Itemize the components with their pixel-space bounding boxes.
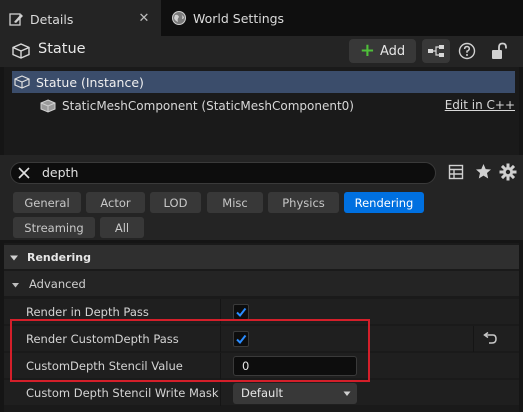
tab-details[interactable]: Details ✕ (0, 0, 161, 36)
stencil-write-mask-dropdown[interactable]: Default (233, 383, 357, 404)
checkmark-icon (236, 307, 247, 318)
chevron-down-icon (9, 252, 19, 262)
add-component-button[interactable]: + Add (349, 39, 416, 63)
chevron-down-icon (343, 391, 351, 396)
globe-icon (171, 10, 187, 26)
reset-to-default-icon[interactable] (482, 331, 498, 346)
static-mesh-icon (40, 99, 56, 113)
close-icon[interactable]: ✕ (137, 12, 151, 26)
component-static-mesh-label: StaticMeshComponent (StaticMeshComponent… (62, 99, 354, 113)
tab-bar: Details ✕ World Settings (0, 0, 523, 36)
blueprint-hierarchy-icon (428, 45, 444, 57)
search-value: depth (42, 165, 79, 180)
star-icon[interactable] (475, 163, 492, 180)
help-icon[interactable] (458, 42, 476, 60)
column-divider (220, 380, 221, 406)
property-label: Render CustomDepth Pass (26, 332, 179, 346)
edit-in-cpp-link[interactable]: Edit in C++ (445, 98, 515, 112)
category-rendering-label: Rendering (27, 250, 91, 264)
dropdown-value: Default (241, 386, 284, 400)
search-bar: depth (0, 155, 523, 190)
tab-world-settings[interactable]: World Settings (163, 0, 313, 36)
filter-general[interactable]: General (13, 192, 81, 213)
chevron-down-icon (11, 279, 20, 288)
subcategory-advanced-label: Advanced (29, 276, 86, 291)
add-button-label: Add (379, 43, 406, 59)
filter-all[interactable]: All (100, 217, 144, 238)
details-properties: Rendering Advanced Render in Depth Pass … (4, 243, 519, 412)
property-label: Render in Depth Pass (26, 305, 149, 319)
property-row-custom-depth-stencil-value: CustomDepth Stencil Value 0 (4, 352, 519, 379)
property-label: Custom Depth Stencil Write Mask (26, 386, 219, 400)
column-divider (473, 326, 474, 352)
property-matrix-icon[interactable] (448, 164, 464, 180)
filter-rendering[interactable]: Rendering (344, 192, 424, 213)
component-instance-label: Statue (Instance) (36, 74, 144, 90)
category-filters: General Actor LOD Misc Physics Rendering… (0, 190, 523, 240)
component-item-static-mesh[interactable]: StaticMeshComponent (StaticMeshComponent… (12, 95, 515, 117)
lock-icon[interactable] (489, 41, 509, 61)
component-item-instance[interactable]: Statue (Instance) (12, 71, 515, 93)
plus-icon: + (359, 40, 375, 61)
subcategory-advanced[interactable]: Advanced (4, 271, 519, 296)
tab-world-settings-label: World Settings (193, 10, 285, 26)
filter-physics[interactable]: Physics (268, 192, 339, 213)
actor-cube-icon (14, 75, 30, 89)
search-input[interactable]: depth (10, 162, 436, 184)
property-row-render-custom-depth-pass: Render CustomDepth Pass (4, 325, 519, 352)
pencil-icon (8, 11, 24, 27)
actor-cube-icon (12, 43, 30, 59)
gear-icon[interactable] (499, 163, 517, 181)
filter-lod[interactable]: LOD (150, 192, 201, 213)
render-custom-depth-pass-checkbox[interactable] (233, 331, 249, 347)
clear-search-icon[interactable] (16, 165, 32, 181)
components-tree: Statue (Instance) StaticMeshComponent (S… (4, 67, 519, 155)
filter-actor[interactable]: Actor (86, 192, 145, 213)
tab-details-label: Details (30, 11, 74, 27)
column-divider (220, 326, 221, 352)
actor-title: Statue (38, 41, 86, 57)
property-label: CustomDepth Stencil Value (26, 359, 183, 373)
details-header: Statue + Add (0, 36, 523, 67)
property-row-custom-depth-stencil-write-mask: Custom Depth Stencil Write Mask Default (4, 379, 519, 406)
blueprint-button[interactable] (422, 39, 450, 63)
column-divider (220, 299, 221, 325)
filter-misc[interactable]: Misc (207, 192, 263, 213)
category-rendering[interactable]: Rendering (4, 245, 519, 269)
custom-depth-stencil-value-input[interactable]: 0 (233, 356, 357, 376)
checkmark-icon (236, 334, 247, 345)
column-divider (220, 353, 221, 379)
property-row-render-in-depth-pass: Render in Depth Pass (4, 298, 519, 325)
render-in-depth-pass-checkbox[interactable] (233, 304, 249, 320)
filter-streaming[interactable]: Streaming (13, 217, 95, 238)
